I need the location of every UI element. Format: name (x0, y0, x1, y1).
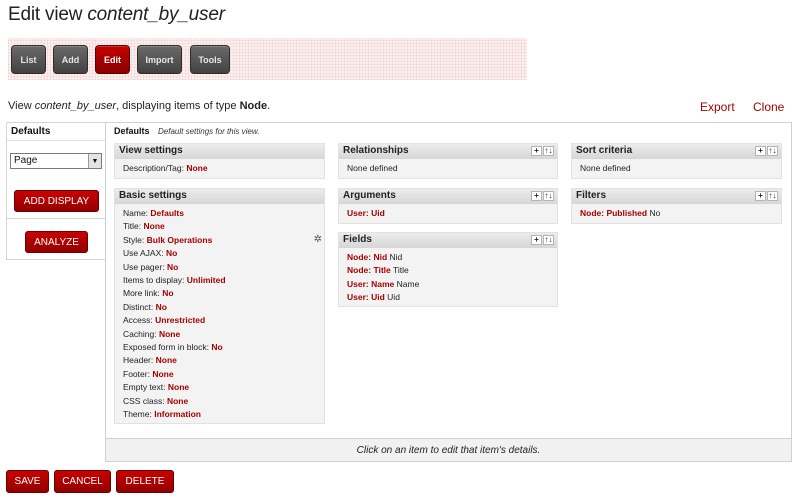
field-item[interactable]: User: Uid Uid (339, 291, 557, 304)
fields-title: Fields (343, 234, 372, 245)
add-icon[interactable]: + (755, 191, 766, 201)
gear-icon[interactable]: ✲ (314, 233, 322, 246)
view-settings-title: View settings (115, 144, 324, 159)
rearrange-icon[interactable]: ↑↓ (543, 146, 554, 156)
display-type-value: Page (14, 155, 38, 166)
field-item[interactable]: User: Name Name (339, 278, 557, 291)
arguments-title: Arguments (343, 190, 396, 201)
tab-edit[interactable]: Edit (95, 45, 130, 74)
sort-criteria-title: Sort criteria (576, 145, 633, 156)
add-icon[interactable]: + (531, 146, 542, 156)
add-icon[interactable]: + (531, 191, 542, 201)
rearrange-icon[interactable]: ↑↓ (767, 146, 778, 156)
setting-row[interactable]: Description/Tag: None (115, 162, 324, 175)
relationships-empty: None defined (347, 163, 398, 173)
filter-item[interactable]: Node: Published No (572, 207, 781, 220)
basic-settings-title: Basic settings (115, 189, 324, 204)
filters-title: Filters (576, 190, 607, 201)
basic-settings-list: Name: Defaults Title: None Style: Bulk O… (115, 204, 324, 422)
delete-button[interactable]: DELETE (116, 470, 174, 493)
cancel-button[interactable]: CANCEL (54, 470, 111, 493)
setting-row[interactable]: Empty text: None (115, 381, 324, 394)
setting-row[interactable]: CSS class: None (115, 395, 324, 408)
setting-row[interactable]: Use pager: No (115, 261, 324, 274)
view-settings-box: View settings Description/Tag: None (114, 143, 325, 179)
argument-item[interactable]: User: Uid (339, 207, 557, 220)
filters-box: Filters + ↑↓ Node: Published No (571, 188, 782, 224)
defaults-title: Defaults (114, 126, 150, 136)
setting-row[interactable]: Theme: Information (115, 408, 324, 421)
setting-row[interactable]: Header: None (115, 354, 324, 367)
analyze-button[interactable]: ANALYZE (25, 231, 88, 253)
tab-add[interactable]: Add (53, 45, 88, 74)
display-tab-label: Defaults (11, 126, 51, 137)
relationships-box: Relationships + ↑↓ None defined (338, 143, 558, 179)
setting-row[interactable]: Use AJAX: No (115, 247, 324, 260)
page-title-view-name: content_by_user (87, 4, 225, 25)
setting-row[interactable]: Footer: None (115, 368, 324, 381)
relationships-title: Relationships (343, 145, 409, 156)
clone-link[interactable]: Clone (753, 100, 784, 114)
edit-hint-bar: Click on an item to edit that item's det… (106, 438, 791, 461)
add-icon[interactable]: + (531, 235, 542, 245)
defaults-header: Defaults Default settings for this view. (114, 126, 259, 136)
setting-row[interactable]: Exposed form in block: No (115, 341, 324, 354)
setting-row[interactable]: Title: None (115, 220, 324, 233)
tab-list[interactable]: List (11, 45, 46, 74)
display-tab-defaults[interactable]: Defaults ▶ (7, 123, 113, 141)
sort-criteria-box: Sort criteria + ↑↓ None defined (571, 143, 782, 179)
sidebar-divider (7, 218, 105, 219)
display-sidebar: Defaults ▶ Page ▼ ADD DISPLAY ANALYZE (6, 122, 113, 260)
add-icon[interactable]: + (755, 146, 766, 156)
rearrange-icon[interactable]: ↑↓ (543, 235, 554, 245)
add-display-button[interactable]: ADD DISPLAY (14, 190, 99, 212)
fields-box: Fields + ↑↓ Node: Nid Nid Node: Title Ti… (338, 232, 558, 307)
defaults-description: Default settings for this view. (158, 127, 260, 136)
sort-criteria-empty: None defined (580, 163, 631, 173)
export-link[interactable]: Export (700, 100, 735, 114)
view-description: View content_by_user, displaying items o… (8, 100, 271, 112)
setting-row[interactable]: Access: Unrestricted (115, 314, 324, 327)
tab-import[interactable]: Import (137, 45, 182, 74)
rearrange-icon[interactable]: ↑↓ (767, 191, 778, 201)
save-button[interactable]: SAVE (6, 470, 49, 493)
setting-row[interactable]: Name: Defaults (115, 207, 324, 220)
tab-bar: List Add Edit Import Tools (8, 38, 527, 80)
setting-row[interactable]: More link: No (115, 287, 324, 300)
rearrange-icon[interactable]: ↑↓ (543, 191, 554, 201)
display-type-select[interactable]: Page ▼ (10, 153, 102, 169)
setting-row[interactable]: Caching: None (115, 328, 324, 341)
basic-settings-box: Basic settings Name: Defaults Title: Non… (114, 188, 325, 424)
field-item[interactable]: Node: Nid Nid (339, 251, 557, 264)
setting-row[interactable]: Distinct: No (115, 301, 324, 314)
field-item[interactable]: Node: Title Title (339, 264, 557, 277)
page-title-prefix: Edit view (8, 4, 83, 25)
page-title: Edit view content_by_user (8, 4, 225, 26)
tab-tools[interactable]: Tools (190, 45, 230, 74)
setting-row[interactable]: Style: Bulk Operations ✲ (115, 234, 324, 247)
chevron-down-icon: ▼ (88, 154, 101, 168)
setting-row[interactable]: Items to display: Unlimited (115, 274, 324, 287)
arguments-box: Arguments + ↑↓ User: Uid (338, 188, 558, 224)
